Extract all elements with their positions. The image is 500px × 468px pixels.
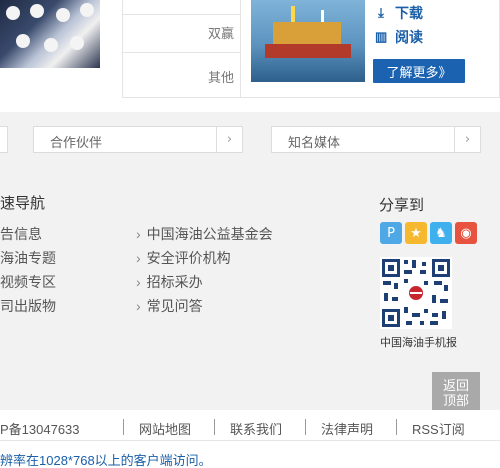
- photo-figure: [56, 8, 70, 22]
- nav-link-videos[interactable]: 视频专区: [0, 272, 56, 292]
- footer-link-rss[interactable]: RSS订阅: [412, 419, 465, 438]
- footer-separator: [214, 419, 215, 435]
- footer-divider: [0, 440, 500, 441]
- photo-figure: [30, 4, 44, 18]
- qq-icon[interactable]: ♞: [430, 222, 452, 244]
- footer-separator: [123, 419, 124, 435]
- share-title: 分享到: [379, 197, 425, 214]
- photo-figure: [70, 36, 84, 50]
- nav-link-topics[interactable]: 海油专题: [0, 248, 56, 268]
- footer-link-legal[interactable]: 法律声明: [321, 419, 373, 438]
- staff-group-photo[interactable]: [0, 0, 100, 68]
- chevron-right-icon[interactable]: ›: [454, 127, 480, 152]
- icp-number[interactable]: P备13047633: [0, 419, 80, 438]
- weibo-icon[interactable]: ◉: [455, 222, 477, 244]
- nav-link-label: 中国海油公益基金会: [146, 226, 273, 242]
- offshore-platform-image[interactable]: [251, 0, 365, 82]
- chevron-right-icon: ›: [136, 250, 141, 266]
- footer-separator: [396, 419, 397, 435]
- nav-link-publications[interactable]: 司出版物: [0, 296, 56, 316]
- nav-link-faq[interactable]: › 常见问答: [136, 296, 203, 316]
- qr-code: [380, 257, 452, 329]
- photo-figure: [80, 3, 94, 17]
- chevron-right-icon: ›: [136, 298, 141, 314]
- nav-link-label: 安全评价机构: [146, 250, 231, 266]
- category-other[interactable]: 其他: [208, 67, 234, 86]
- footer-nav-section: 合作伙伴 › 知名媒体 › 速导航 告信息 海油专题 视频专区 司出版物 › 中国…: [0, 112, 500, 416]
- media-select[interactable]: 知名媒体 ›: [271, 126, 481, 153]
- nav-link-label: 常见问答: [146, 298, 203, 314]
- footer-separator: [305, 419, 306, 435]
- quick-nav-title: 速导航: [0, 195, 46, 212]
- nav-link-label: 招标采办: [146, 274, 203, 290]
- nav-link-safety-agencies[interactable]: › 安全评价机构: [136, 248, 231, 268]
- back-to-top-line1: 返回: [442, 378, 469, 393]
- back-to-top-line2: 顶部: [442, 393, 469, 408]
- nav-link-foundation[interactable]: › 中国海油公益基金会: [136, 224, 273, 244]
- download-label: 下载: [395, 5, 423, 21]
- category-column: 双赢 其他: [123, 0, 241, 98]
- photo-figure: [16, 34, 30, 48]
- site-footer: P备13047633 网站地图 联系我们 法律声明 RSS订阅 辨率在1028*…: [0, 410, 500, 468]
- partners-select[interactable]: 合作伙伴 ›: [33, 126, 243, 153]
- photo-figure: [6, 6, 20, 20]
- media-select-label: 知名媒体: [288, 135, 341, 150]
- nav-link-procurement[interactable]: › 招标采办: [136, 272, 203, 292]
- download-link[interactable]: ⤓ 下载: [375, 3, 423, 23]
- download-icon: ⤓: [378, 5, 384, 20]
- category-win-win[interactable]: 双赢: [208, 23, 234, 42]
- star-icon[interactable]: ★: [405, 222, 427, 244]
- footer-link-contact[interactable]: 联系我们: [230, 419, 282, 438]
- featured-card: 双赢 其他 ⤓ 下载 ▥ 阅读 了解更多》: [122, 0, 500, 98]
- category-divider: [123, 14, 240, 15]
- partners-select-label: 合作伙伴: [50, 135, 103, 150]
- platform-hull: [265, 44, 351, 58]
- resolution-notice: 辨率在1028*768以上的客户端访问。: [0, 453, 212, 468]
- qr-caption: 中国海油手机报: [380, 337, 457, 349]
- link-select-partial[interactable]: [0, 126, 8, 153]
- category-divider: [123, 52, 240, 53]
- pinterest-icon[interactable]: P: [380, 222, 402, 244]
- read-link[interactable]: ▥ 阅读: [375, 27, 423, 47]
- featured-section: 双赢 其他 ⤓ 下载 ▥ 阅读 了解更多》: [0, 0, 500, 112]
- read-label: 阅读: [395, 29, 423, 45]
- book-icon: ▥: [375, 29, 388, 44]
- chevron-right-icon[interactable]: ›: [216, 127, 242, 152]
- chevron-right-icon: ›: [136, 274, 141, 290]
- photo-figure: [44, 38, 58, 52]
- learn-more-button[interactable]: 了解更多》: [373, 59, 465, 83]
- footer-link-sitemap[interactable]: 网站地图: [139, 419, 191, 438]
- chevron-right-icon: ›: [136, 226, 141, 242]
- nav-link-announcements[interactable]: 告信息: [0, 224, 42, 244]
